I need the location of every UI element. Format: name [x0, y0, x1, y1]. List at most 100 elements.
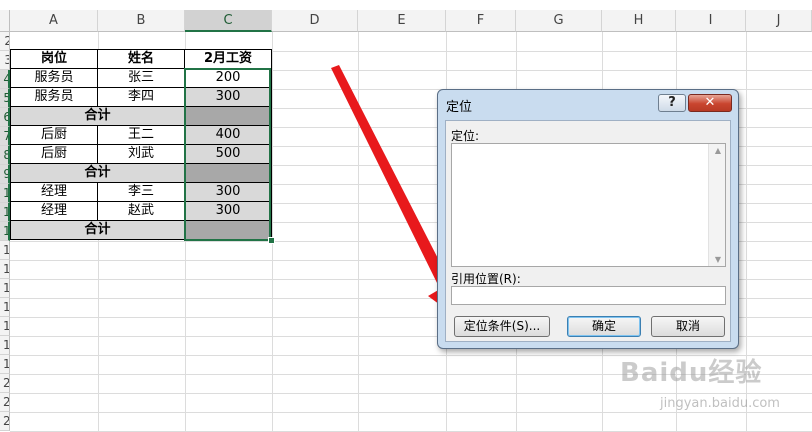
- help-button[interactable]: ?: [658, 94, 686, 112]
- salary-cell[interactable]: 200: [184, 68, 272, 88]
- row-number: 5: [3, 91, 8, 105]
- column-header-b[interactable]: B: [98, 10, 185, 32]
- row-header-8[interactable]: 8: [0, 146, 10, 165]
- column-header-i[interactable]: I: [676, 10, 746, 32]
- row-header-16[interactable]: 16: [0, 298, 10, 317]
- row-header-5[interactable]: 5: [0, 89, 10, 108]
- row-number: 10: [3, 186, 10, 200]
- row-number: 20: [3, 376, 10, 390]
- column-header-c[interactable]: C: [185, 10, 272, 32]
- dialog-title: 定位: [446, 100, 473, 115]
- row-header-3[interactable]: 3: [0, 51, 10, 70]
- ok-button[interactable]: 确定: [567, 316, 641, 337]
- special-button[interactable]: 定位条件(S)...: [454, 316, 550, 337]
- row-number: 12: [3, 224, 10, 238]
- watermark-logo: Baidu经验: [620, 358, 763, 388]
- row-header-14[interactable]: 14: [0, 260, 10, 279]
- select-all-corner[interactable]: [0, 10, 10, 32]
- name-cell[interactable]: 王二: [97, 125, 185, 145]
- row-number: 13: [3, 243, 10, 257]
- row-header-11[interactable]: 11: [0, 203, 10, 222]
- total-label-cell[interactable]: 合计: [10, 163, 185, 183]
- position-cell[interactable]: 服务员: [10, 68, 98, 88]
- row-header-6[interactable]: 6: [0, 108, 10, 127]
- row-number: 22: [3, 414, 10, 428]
- goto-list[interactable]: ▲ ▼: [451, 143, 726, 267]
- cancel-button[interactable]: 取消: [651, 316, 725, 337]
- row-number: 14: [3, 262, 10, 276]
- name-cell[interactable]: 张三: [97, 68, 185, 88]
- name-cell[interactable]: 刘武: [97, 144, 185, 164]
- header-cell[interactable]: 岗位: [10, 49, 98, 69]
- gridline-v: [358, 32, 359, 431]
- row-header-22[interactable]: 22: [0, 412, 10, 431]
- total-salary-cell[interactable]: [184, 106, 272, 126]
- column-header-d[interactable]: D: [272, 10, 358, 32]
- row-header-15[interactable]: 15: [0, 279, 10, 298]
- name-cell[interactable]: 李四: [97, 87, 185, 107]
- scroll-down-icon[interactable]: ▼: [715, 255, 721, 264]
- salary-cell[interactable]: 300: [184, 182, 272, 202]
- dialog-body: 定位: ▲ ▼ 引用位置(R): 定位条件(S)... 确定 取消: [445, 120, 731, 342]
- gridline-v: [272, 32, 273, 431]
- row-number: 21: [3, 395, 10, 409]
- name-cell[interactable]: 赵武: [97, 201, 185, 221]
- total-label-cell[interactable]: 合计: [10, 106, 185, 126]
- position-cell[interactable]: 经理: [10, 201, 98, 221]
- column-header-h[interactable]: H: [602, 10, 676, 32]
- row-number: 16: [3, 300, 10, 314]
- position-cell[interactable]: 后厨: [10, 125, 98, 145]
- goto-dialog[interactable]: 定位 ? ✕ 定位: ▲ ▼ 引用位置(R): 定位条件(S)... 确定 取消: [437, 89, 739, 349]
- salary-cell[interactable]: 400: [184, 125, 272, 145]
- row-number: 18: [3, 338, 10, 352]
- position-cell[interactable]: 服务员: [10, 87, 98, 107]
- header-cell[interactable]: 姓名: [97, 49, 185, 69]
- gridline-h: [10, 393, 812, 394]
- row-header-12[interactable]: 12: [0, 222, 10, 241]
- total-salary-cell[interactable]: [184, 163, 272, 183]
- column-header-j[interactable]: J: [746, 10, 812, 32]
- row-header-17[interactable]: 17: [0, 317, 10, 336]
- row-number: 15: [3, 281, 10, 295]
- fill-handle[interactable]: [268, 237, 275, 244]
- goto-list-scrollbar[interactable]: ▲ ▼: [708, 144, 725, 266]
- row-header-20[interactable]: 20: [0, 374, 10, 393]
- row-header-18[interactable]: 18: [0, 336, 10, 355]
- row-header-21[interactable]: 21: [0, 393, 10, 412]
- salary-cell[interactable]: 500: [184, 144, 272, 164]
- row-number: 2: [4, 34, 9, 48]
- row-number: 17: [3, 319, 10, 333]
- row-header-13[interactable]: 13: [0, 241, 10, 260]
- row-number: 6: [3, 110, 8, 124]
- row-header-4[interactable]: 4: [0, 70, 10, 89]
- row-number: 8: [3, 148, 8, 162]
- reference-label: 引用位置(R):: [451, 272, 521, 286]
- gridline-h: [10, 412, 812, 413]
- column-header-f[interactable]: F: [446, 10, 516, 32]
- reference-input[interactable]: [451, 286, 726, 305]
- row-header-10[interactable]: 10: [0, 184, 10, 203]
- scroll-up-icon[interactable]: ▲: [715, 146, 721, 155]
- row-header-7[interactable]: 7: [0, 127, 10, 146]
- salary-cell[interactable]: 300: [184, 87, 272, 107]
- close-button[interactable]: ✕: [688, 94, 732, 112]
- row-header-2[interactable]: 2: [0, 32, 10, 51]
- column-header-g[interactable]: G: [516, 10, 602, 32]
- name-cell[interactable]: 李三: [97, 182, 185, 202]
- row-header-9[interactable]: 9: [0, 165, 10, 184]
- row-number: 4: [3, 72, 8, 86]
- watermark-url: jingyan.baidu.com: [660, 396, 780, 411]
- goto-label: 定位:: [451, 129, 480, 143]
- position-cell[interactable]: 经理: [10, 182, 98, 202]
- column-header-a[interactable]: A: [10, 10, 98, 32]
- position-cell[interactable]: 后厨: [10, 144, 98, 164]
- row-number: 11: [3, 205, 10, 219]
- row-number: 19: [3, 357, 10, 371]
- row-number: 7: [3, 129, 8, 143]
- row-header-19[interactable]: 19: [0, 355, 10, 374]
- header-cell[interactable]: 2月工资: [184, 49, 272, 69]
- total-label-cell[interactable]: 合计: [10, 220, 185, 240]
- column-header-e[interactable]: E: [358, 10, 446, 32]
- total-salary-cell[interactable]: [184, 220, 272, 240]
- salary-cell[interactable]: 300: [184, 201, 272, 221]
